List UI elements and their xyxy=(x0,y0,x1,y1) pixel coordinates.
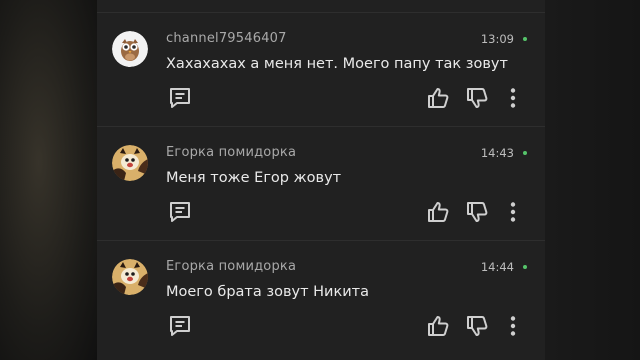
more-vertical-icon[interactable] xyxy=(500,313,526,339)
avatar[interactable] xyxy=(112,31,148,67)
comment-text: Хахахахах а меня нет. Моего папу так зов… xyxy=(166,56,508,72)
more-vertical-icon[interactable] xyxy=(500,199,526,225)
thumbs-up-icon[interactable] xyxy=(425,199,451,225)
thumbs-down-icon[interactable] xyxy=(464,313,490,339)
comment-text: Моего брата зовут Никита xyxy=(166,284,369,300)
thumbs-up-icon[interactable] xyxy=(425,313,451,339)
avatar[interactable] xyxy=(112,259,148,295)
comment-author[interactable]: Егорка помидорка xyxy=(166,259,296,274)
thumbs-down-icon[interactable] xyxy=(464,199,490,225)
comment-text: Меня тоже Егор жовут xyxy=(166,170,342,186)
cat-avatar-icon xyxy=(112,145,148,181)
comment-author[interactable]: Егорка помидорка xyxy=(166,145,296,160)
comment-time: 13:09 xyxy=(480,32,514,46)
reply-icon[interactable] xyxy=(167,85,193,111)
comments-panel: channel79546407 13:09 Хахахахах а меня н… xyxy=(97,0,545,360)
comment-item: Егорка помидорка 14:43 Меня тоже Егор жо… xyxy=(97,126,545,241)
comment-time: 14:44 xyxy=(480,260,514,274)
background-left xyxy=(0,0,97,360)
online-status-dot xyxy=(523,37,527,41)
more-vertical-icon[interactable] xyxy=(500,85,526,111)
thumbs-up-icon[interactable] xyxy=(425,85,451,111)
thumbs-down-icon[interactable] xyxy=(464,85,490,111)
reply-icon[interactable] xyxy=(167,199,193,225)
reply-icon[interactable] xyxy=(167,313,193,339)
comment-time: 14:43 xyxy=(480,146,514,160)
online-status-dot xyxy=(523,265,527,269)
avatar[interactable] xyxy=(112,145,148,181)
cat-avatar-icon xyxy=(112,259,148,295)
comment-author[interactable]: channel79546407 xyxy=(166,31,287,46)
comment-item: channel79546407 13:09 Хахахахах а меня н… xyxy=(97,12,545,127)
online-status-dot xyxy=(523,151,527,155)
comment-item: Егорка помидорка 14:44 Моего брата зовут… xyxy=(97,240,545,355)
owl-avatar-icon xyxy=(112,31,148,67)
background-right xyxy=(545,0,640,360)
